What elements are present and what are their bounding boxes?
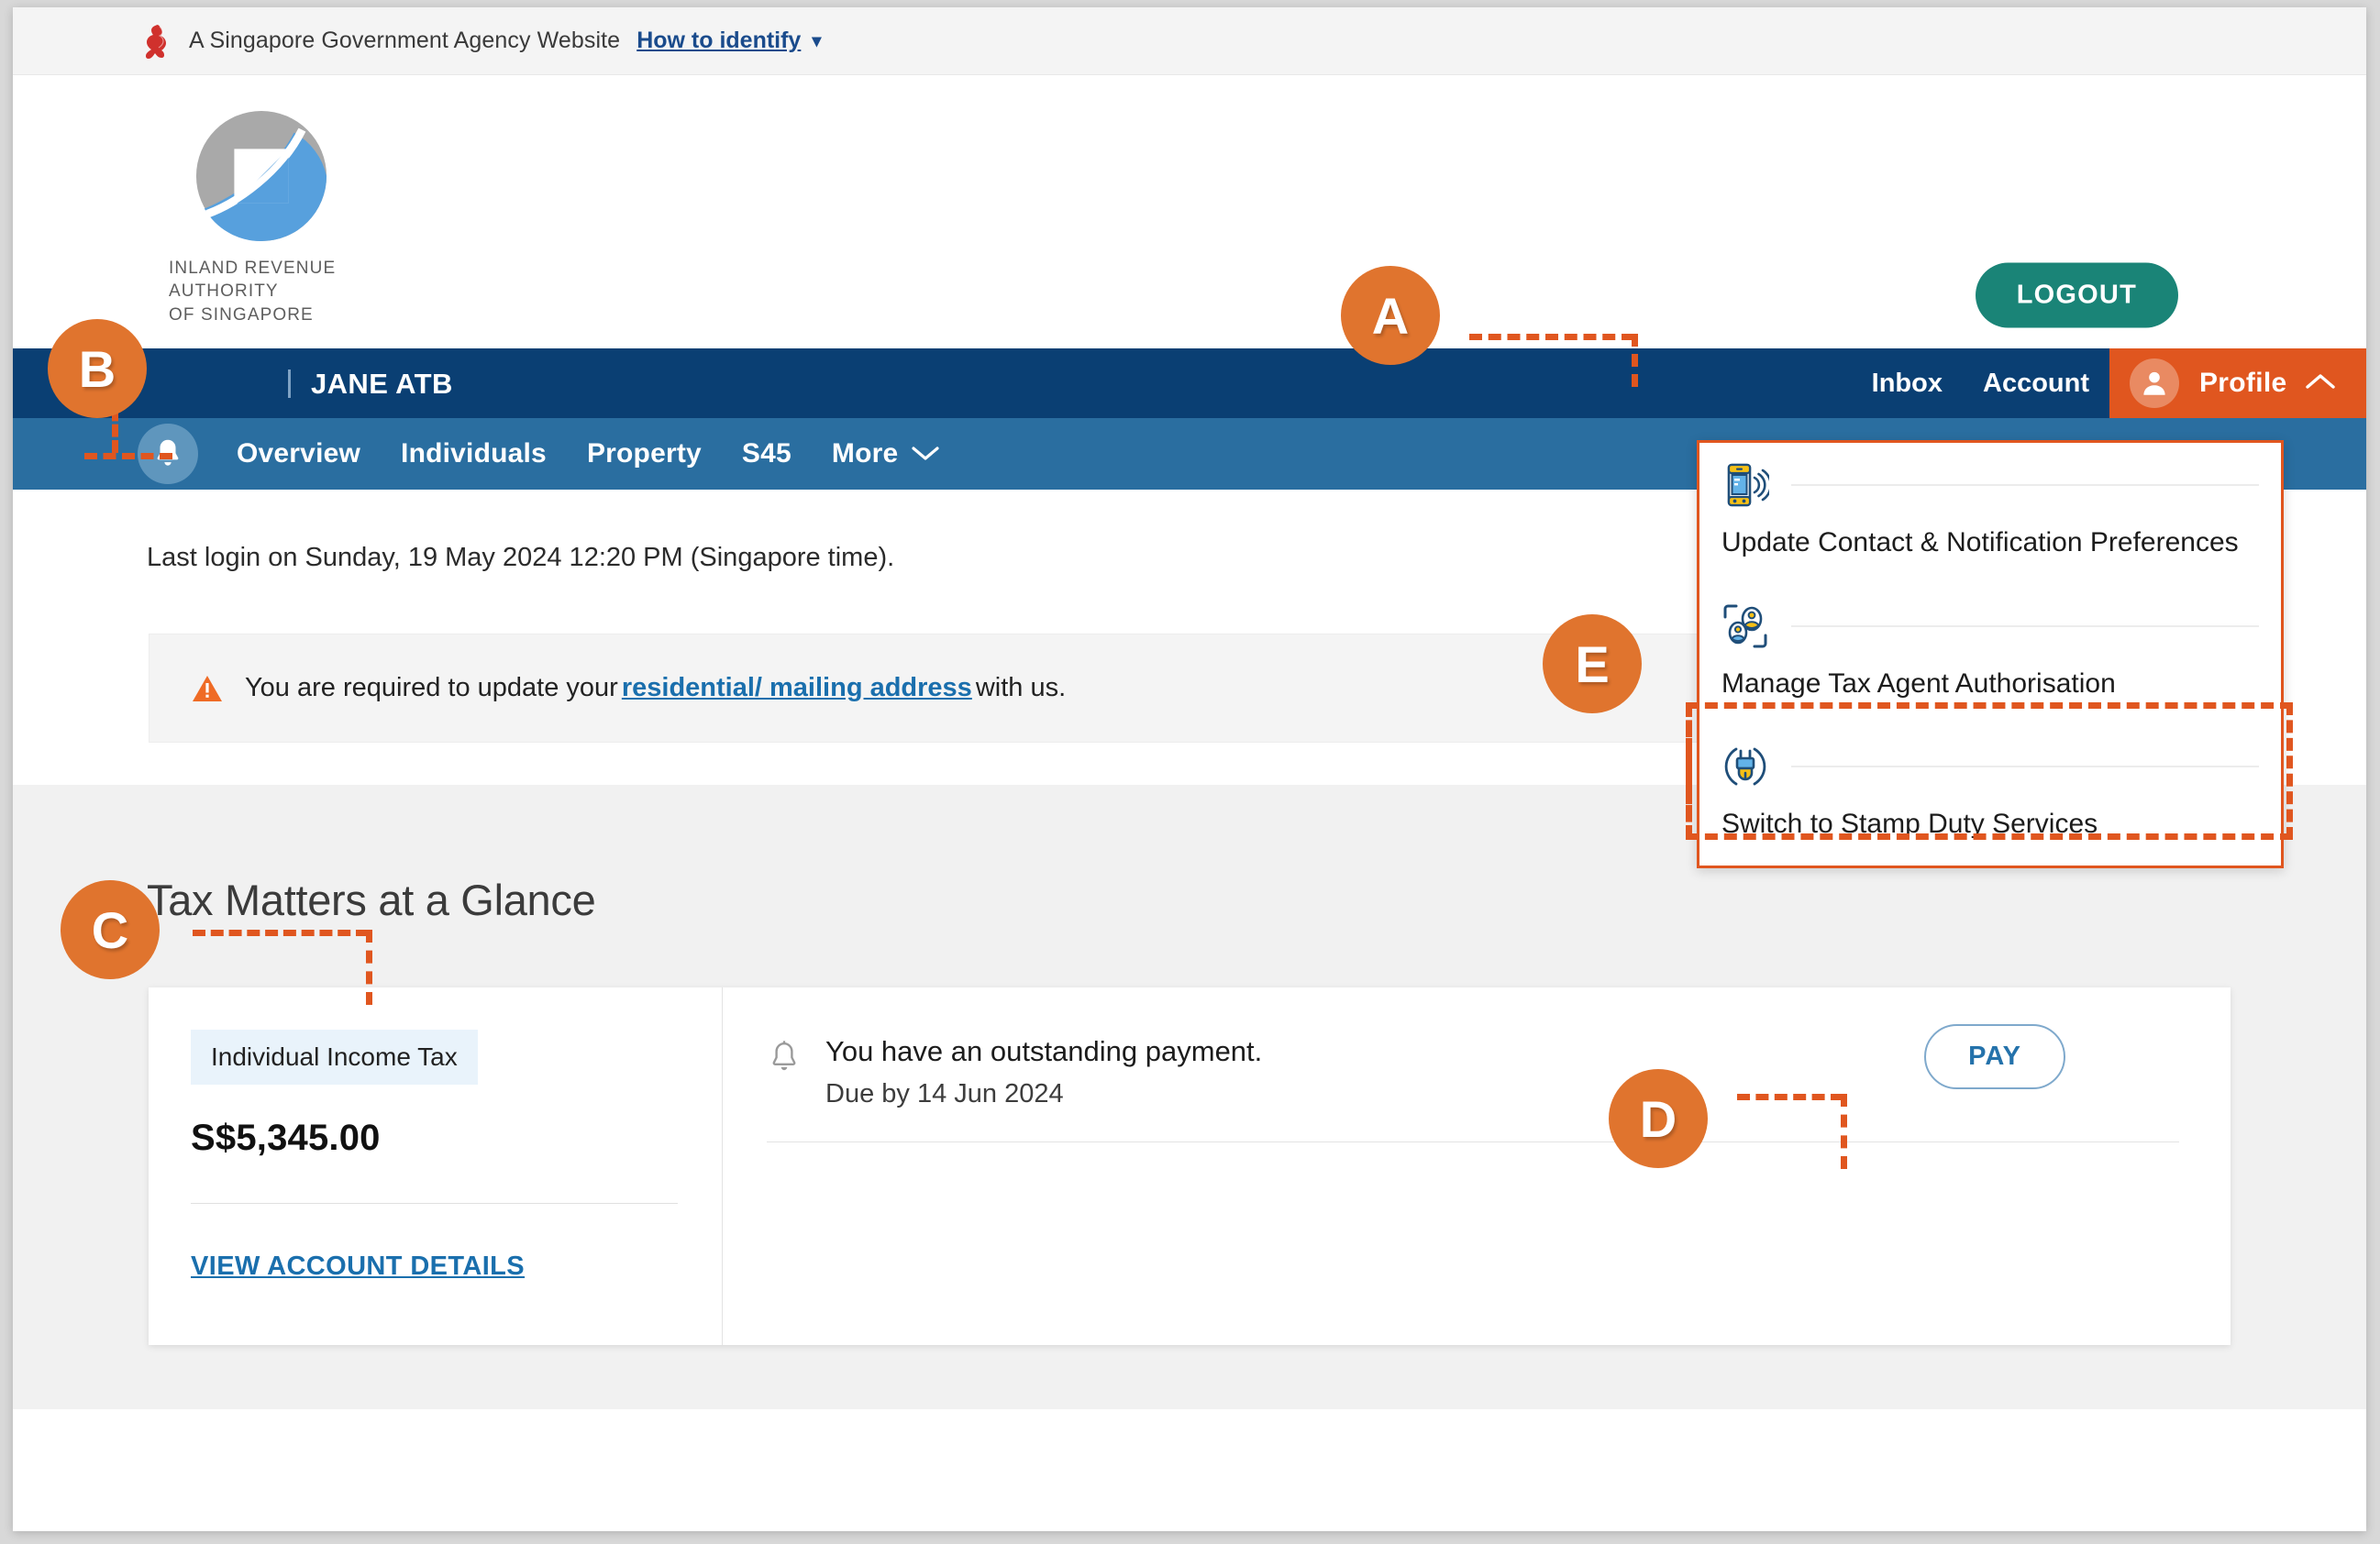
annotation-connector-b-h [84,453,172,459]
plug-switch-icon [1724,747,1766,786]
dropdown-icon-row [1721,602,2259,650]
dropdown-icon-row [1721,461,2259,509]
sidebar-item-s45[interactable]: S45 [742,438,791,469]
update-contact-preferences-label: Update Contact & Notification Preference… [1721,527,2239,557]
iras-logo[interactable]: INLAND REVENUE AUTHORITY OF SINGAPORE [156,108,367,326]
nav-item-account[interactable]: Account [1963,348,2109,418]
annotation-connector-d-h [1737,1094,1843,1100]
payment-notice-text: You have an outstanding payment. Due by … [825,1035,1262,1109]
annotation-connector-a-v [1632,334,1638,387]
alert-text-before: You are required to update your [245,673,618,702]
payment-notice-due: Due by 14 Jun 2024 [825,1079,1064,1108]
screenshot-root: A Singapore Government Agency Website Ho… [0,0,2380,1544]
tax-summary-card-right: You have an outstanding payment. Due by … [723,987,2231,1345]
notice-divider [767,1141,2179,1142]
org-line-1: INLAND REVENUE [169,259,337,278]
tax-agent-authorisation-icon [1723,604,1767,647]
top-navigation-bar: JANE ATB Inbox Account Profile [13,348,2366,418]
org-line-2: AUTHORITY [169,281,279,302]
annotation-badge-a: A [1341,266,1440,365]
tax-matters-at-a-glance-title: Tax Matters at a Glance [147,876,596,924]
pay-button[interactable]: PAY [1924,1024,2065,1089]
browser-page: A Singapore Government Agency Website Ho… [13,7,2366,1531]
annotation-badge-e: E [1543,614,1642,713]
annotation-badge-b: B [48,319,147,418]
dropdown-rule [1791,484,2259,486]
profile-dropdown-menu: Update Contact & Notification Preference… [1697,440,2284,868]
alert-text-after: with us. [975,673,1067,702]
outstanding-amount: S$5,345.00 [191,1118,381,1158]
mobile-notification-icon [1727,463,1769,507]
update-contact-preferences-item[interactable]: Update Contact & Notification Preference… [1699,443,2281,584]
annotation-badge-d: D [1609,1069,1708,1168]
grey-content-area: Tax Matters at a Glance Individual Incom… [13,785,2366,1409]
bell-icon [772,1041,796,1071]
tax-summary-card-left: Individual Income Tax S$5,345.00 VIEW AC… [149,987,723,1345]
annotation-connector-d-v [1841,1094,1847,1169]
tax-summary-card: Individual Income Tax S$5,345.00 VIEW AC… [149,987,2231,1345]
annotation-connector-a-h [1469,334,1634,340]
sidebar-item-more[interactable]: More [832,438,940,469]
dropdown-rule [1791,624,2259,627]
logged-in-user-name: JANE ATB [288,369,453,398]
government-masthead: A Singapore Government Agency Website Ho… [13,7,2366,75]
sidebar-item-more-label: More [831,438,899,469]
dropdown-icon-row [1721,743,2259,790]
annotation-badge-c: C [61,880,160,979]
chevron-up-icon [2305,371,2336,396]
how-to-identify-link[interactable]: How to identify [637,28,801,54]
payment-notice-main: You have an outstanding payment. [825,1035,1263,1067]
logout-button[interactable]: LOGOUT [1975,262,2178,328]
view-account-details-link[interactable]: VIEW ACCOUNT DETAILS [191,1252,525,1282]
singapore-lion-icon [146,24,166,59]
manage-tax-agent-authorisation-label: Manage Tax Agent Authorisation [1721,667,2116,699]
switch-to-stamp-duty-label: Switch to Stamp Duty Services [1721,809,2098,839]
annotation-connector-e-v [1686,704,1692,838]
switch-to-stamp-duty-item[interactable]: Switch to Stamp Duty Services [1699,724,2281,866]
profile-menu-label: Profile [2199,368,2287,398]
card-divider [191,1203,678,1204]
iras-wordmark: INLAND REVENUE AUTHORITY OF SINGAPORE [156,257,367,326]
nav-item-inbox[interactable]: Inbox [1852,348,1963,418]
annotation-connector-c-v [366,930,372,1005]
tax-type-label: Individual Income Tax [191,1030,478,1085]
annotation-connector-c-h [193,930,369,936]
chevron-down-icon [911,438,940,469]
brand-header: INLAND REVENUE AUTHORITY OF SINGAPORE LO… [13,75,2366,348]
manage-tax-agent-authorisation-item[interactable]: Manage Tax Agent Authorisation [1699,584,2281,725]
masthead-label: A Singapore Government Agency Website [189,28,621,53]
residential-mailing-address-link[interactable]: residential/ mailing address [622,673,972,703]
profile-menu-button[interactable]: Profile [2109,348,2366,418]
sidebar-item-individuals[interactable]: Individuals [401,438,547,469]
chevron-down-icon: ▾ [812,31,822,51]
sidebar-item-property[interactable]: Property [587,438,702,469]
org-line-3: OF SINGAPORE [169,304,314,325]
sidebar-item-overview[interactable]: Overview [237,438,360,469]
avatar-icon [2130,358,2179,408]
dropdown-rule [1791,766,2259,767]
warning-triangle-icon [193,675,222,701]
top-navigation-actions: Inbox Account Profile [1852,348,2366,418]
iras-logo-icon [195,110,327,242]
